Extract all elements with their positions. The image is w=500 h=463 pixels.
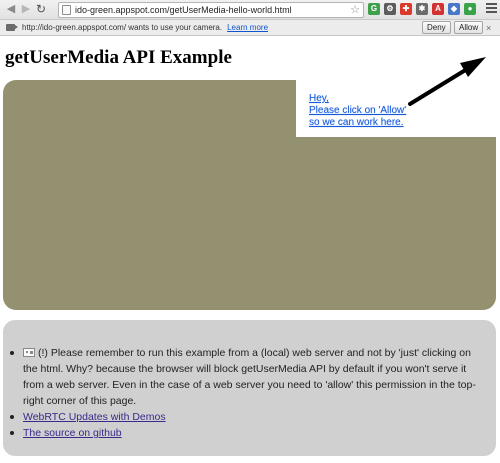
menu-icon[interactable] bbox=[486, 3, 497, 15]
back-arrow-icon[interactable]: ◀ bbox=[4, 2, 18, 16]
infobar-message: http://ido-green.appspot.com/ wants to u… bbox=[22, 23, 223, 32]
puzzle-extension-icon[interactable]: ✱ bbox=[416, 3, 428, 15]
callout-line: Hey, bbox=[309, 93, 329, 104]
forward-arrow-icon[interactable]: ▶ bbox=[19, 2, 33, 16]
callout-line: so we can work here. bbox=[309, 117, 404, 128]
note-text: (!) Please remember to run this example … bbox=[23, 347, 476, 407]
reload-icon[interactable]: ↻ bbox=[34, 2, 48, 16]
red-extension-icon[interactable]: ✚ bbox=[400, 3, 412, 15]
deny-button[interactable]: Deny bbox=[422, 21, 451, 34]
image-placeholder-icon bbox=[23, 348, 35, 357]
bullet bbox=[10, 431, 14, 435]
allow-callout: Hey, Please click on 'Allow' so we can w… bbox=[309, 93, 406, 129]
list-item: The source on github bbox=[10, 425, 488, 441]
camera-icon bbox=[6, 24, 18, 31]
infobar-message-row: http://ido-green.appspot.com/ wants to u… bbox=[22, 22, 268, 34]
callout-line: Please click on 'Allow' bbox=[309, 105, 407, 116]
page-icon bbox=[62, 5, 71, 15]
bookmark-star-icon[interactable]: ☆ bbox=[350, 3, 360, 17]
browser-toolbar: ◀ ▶ ↻ ido-green.appspot.com/getUserMedia… bbox=[0, 0, 500, 20]
github-source-link[interactable]: The source on github bbox=[23, 427, 122, 439]
bullet bbox=[10, 415, 14, 419]
close-infobar-icon[interactable]: × bbox=[486, 22, 491, 34]
list-item: (!) Please remember to run this example … bbox=[10, 345, 488, 409]
address-bar[interactable]: ido-green.appspot.com/getUserMedia-hello… bbox=[58, 2, 364, 18]
webrtc-updates-link[interactable]: WebRTC Updates with Demos bbox=[23, 411, 166, 423]
abp-extension-icon[interactable]: A bbox=[432, 3, 444, 15]
page-title: getUserMedia API Example bbox=[5, 47, 232, 68]
pointer-arrow-icon bbox=[408, 57, 486, 106]
green-extension-icon[interactable]: G bbox=[368, 3, 380, 15]
green-dot-extension-icon[interactable]: ● bbox=[464, 3, 476, 15]
bullet bbox=[10, 351, 14, 355]
gear-icon[interactable]: ⚙ bbox=[384, 3, 396, 15]
allow-button[interactable]: Allow bbox=[454, 21, 484, 34]
camera-permission-infobar: http://ido-green.appspot.com/ wants to u… bbox=[0, 20, 500, 36]
learn-more-link[interactable]: Learn more bbox=[227, 23, 268, 32]
notes-list: (!) Please remember to run this example … bbox=[10, 345, 488, 441]
list-item: WebRTC Updates with Demos bbox=[10, 409, 488, 425]
blue-extension-icon[interactable]: ◆ bbox=[448, 3, 460, 15]
address-bar-url[interactable]: ido-green.appspot.com/getUserMedia-hello… bbox=[75, 4, 292, 17]
